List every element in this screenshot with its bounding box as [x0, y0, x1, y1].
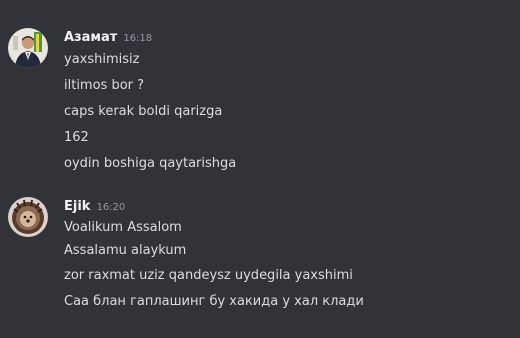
message-text: yaxshimisiz	[64, 52, 140, 67]
user-photo-avatar-icon	[8, 28, 48, 68]
timestamp[interactable]: 16:20	[96, 202, 125, 213]
message-text: Assalamu alaykum	[64, 243, 187, 258]
avatar[interactable]	[8, 197, 48, 237]
message-text: Voalikum Assalom	[64, 220, 182, 235]
message-text: zor raxmat uziz qandeysz uydegila yaxshi…	[64, 268, 353, 283]
hedgehog-avatar-icon	[8, 197, 48, 237]
timestamp[interactable]: 16:18	[123, 33, 152, 44]
message-header: Ejik 16:20	[64, 199, 125, 219]
message-text: Саа блан гаплашинг бу хакида у хал клади	[64, 294, 364, 309]
message-header: Азамат 16:18	[64, 30, 152, 50]
message-text: oydin boshiga qaytarishga	[64, 156, 237, 171]
avatar[interactable]	[8, 28, 48, 68]
message-text: 162	[64, 130, 89, 145]
username[interactable]: Ejik	[64, 199, 90, 214]
username[interactable]: Азамат	[64, 30, 117, 45]
message-text: iltimos bor ?	[64, 78, 145, 93]
chat-message-list: Азамат 16:18 yaxshimisiz iltimos bor ? c…	[0, 0, 520, 338]
message-text: caps kerak boldi qarizga	[64, 104, 223, 119]
